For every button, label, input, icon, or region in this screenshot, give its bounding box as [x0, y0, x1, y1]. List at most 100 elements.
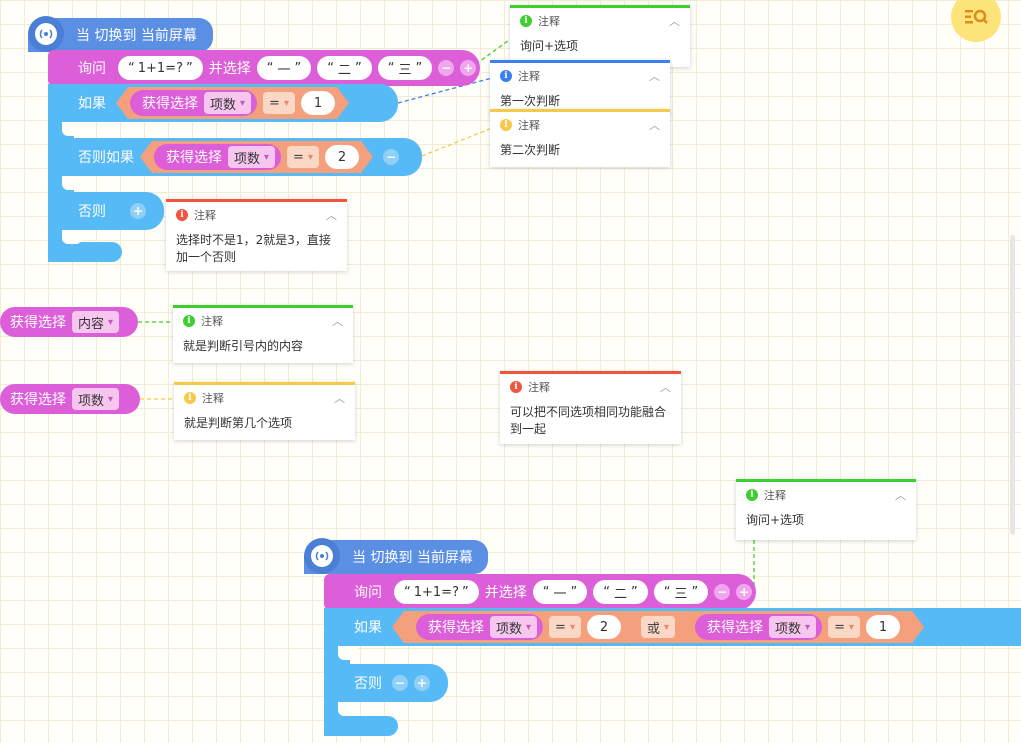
comment-card[interactable]: i 注释 ︿ 第一次判断 — [490, 60, 670, 116]
chevron-down-icon: ▾ — [848, 621, 855, 633]
comment-text[interactable]: 询问+选项 — [510, 34, 690, 63]
option-input-1[interactable]: “一” — [532, 580, 588, 604]
collapse-icon[interactable]: ︿ — [334, 390, 345, 406]
option-input-3[interactable]: “三” — [377, 56, 433, 80]
get-choice-index-block[interactable]: 获得选择 项数 ▾ — [0, 384, 140, 414]
comment-text[interactable]: 询问+选项 — [736, 508, 916, 537]
comment-card[interactable]: i 注释 ︿ 就是判断第几个选项 — [174, 382, 355, 440]
info-icon: i — [500, 70, 512, 82]
info-icon: i — [746, 489, 758, 501]
value-input[interactable]: 1 — [866, 615, 900, 639]
operator-dropdown[interactable]: = ▾ — [287, 146, 319, 168]
broadcast-icon — [28, 16, 64, 52]
compare-block[interactable]: 获得选择 项数 ▾ = ▾ 2 — [402, 611, 635, 643]
operator-dropdown[interactable]: = ▾ — [549, 616, 581, 638]
else-label: 否则 — [78, 204, 106, 220]
collapse-icon[interactable]: ︿ — [332, 313, 343, 329]
value-input[interactable]: 2 — [325, 145, 359, 169]
collapse-icon[interactable]: ︿ — [895, 487, 906, 503]
and-choose-label: 并选择 — [484, 585, 527, 601]
else-if-row[interactable]: 否则如果 获得选择 项数 ▾ = ▾ 2 − — [48, 138, 422, 176]
chevron-down-icon: ▾ — [108, 393, 114, 405]
remove-option-button[interactable]: − — [714, 584, 731, 600]
comment-card[interactable]: i 注释 ︿ 就是判断引号内的内容 — [173, 305, 353, 363]
get-choice-block[interactable]: 获得选择 项数 ▾ — [416, 614, 543, 640]
mode-dropdown[interactable]: 内容 ▾ — [72, 311, 120, 333]
else-if-label: 否则如果 — [78, 150, 134, 166]
comment-text[interactable]: 就是判断引号内的内容 — [173, 334, 353, 363]
chevron-down-icon: ▾ — [526, 621, 532, 633]
question-input[interactable]: “ 1+1=? ” — [394, 580, 479, 604]
collapse-icon[interactable]: ︿ — [669, 13, 680, 29]
get-choice-content-block[interactable]: 获得选择 内容 ▾ — [0, 307, 138, 337]
add-branch-button[interactable]: + — [414, 675, 430, 691]
add-option-button[interactable]: + — [460, 60, 477, 76]
if-block-end — [324, 716, 398, 736]
compare-block[interactable]: 获得选择 项数 ▾ = ▾ 2 — [140, 141, 373, 173]
comment-card[interactable]: i 注释 ︿ 询问+选项 — [736, 479, 916, 540]
question-input[interactable]: “ 1+1=? ” — [118, 56, 203, 80]
collapse-icon[interactable]: ︿ — [649, 68, 660, 84]
mode-dropdown[interactable]: 项数 ▾ — [769, 616, 816, 638]
info-icon: i — [520, 15, 532, 27]
comment-card[interactable]: i 注释 ︿ 询问+选项 — [510, 5, 690, 67]
if-block-end — [48, 242, 122, 262]
remove-branch-button[interactable]: − — [382, 149, 399, 165]
collapse-icon[interactable]: ︿ — [649, 117, 660, 133]
mode-dropdown[interactable]: 项数 ▾ — [204, 92, 251, 114]
else-label: 否则 — [354, 676, 382, 692]
or-block[interactable]: 获得选择 项数 ▾ = ▾ 2 或 ▾ 获得选择 项数 ▾ = ▾ 1 — [392, 611, 924, 643]
info-icon: i — [500, 119, 512, 131]
broadcast-icon — [304, 538, 340, 574]
slot-notch — [62, 122, 82, 136]
if-label: 如果 — [78, 96, 106, 112]
info-icon: i — [510, 381, 522, 393]
comment-card[interactable]: i 注释 ︿ 第二次判断 — [490, 109, 670, 167]
mode-dropdown[interactable]: 项数 ▾ — [490, 616, 537, 638]
remove-branch-button[interactable]: − — [392, 675, 408, 691]
chevron-down-icon: ▾ — [283, 97, 289, 109]
operator-dropdown[interactable]: = ▾ — [263, 92, 295, 114]
slot-notch — [338, 702, 358, 716]
event-label: 当 切换到 当前屏幕 — [352, 550, 473, 566]
compare-block[interactable]: 获得选择 项数 ▾ = ▾ 1 — [116, 87, 349, 119]
if-row[interactable]: 如果 获得选择 项数 ▾ = ▾ 2 或 ▾ 获得选择 项数 ▾ = ▾ 1 — [324, 608, 1021, 646]
chevron-down-icon: ▾ — [108, 316, 114, 328]
ask-block[interactable]: 询问 “ 1+1=? ” 并选择 “一” “二” “三” − + — [48, 50, 480, 86]
comment-text[interactable]: 选择时不是1，2就是3，直接加一个否则 — [166, 228, 347, 274]
mode-dropdown[interactable]: 项数 ▾ — [72, 388, 120, 410]
operator-dropdown[interactable]: = ▾ — [828, 616, 860, 638]
value-input[interactable]: 1 — [301, 91, 335, 115]
else-row[interactable]: 否则 + — [48, 192, 164, 230]
chevron-down-icon: ▾ — [664, 621, 670, 633]
get-choice-block[interactable]: 获得选择 项数 ▾ — [154, 144, 281, 170]
else-row[interactable]: 否则 − + — [324, 664, 448, 702]
collapse-icon[interactable]: ︿ — [326, 207, 337, 223]
compare-block[interactable]: 获得选择 项数 ▾ = ▾ 1 — [681, 611, 914, 643]
collapse-icon[interactable]: ︿ — [660, 379, 671, 395]
mode-dropdown[interactable]: 项数 ▾ — [228, 146, 275, 168]
chevron-down-icon: ▾ — [307, 151, 313, 163]
info-icon: i — [183, 315, 195, 327]
get-choice-block[interactable]: 获得选择 项数 ▾ — [130, 90, 257, 116]
value-input[interactable]: 2 — [587, 615, 621, 639]
comment-text[interactable]: 可以把不同选项相同功能融合到一起 — [500, 400, 681, 446]
remove-option-button[interactable]: − — [438, 60, 455, 76]
ask-block[interactable]: 询问 “ 1+1=? ” 并选择 “一” “二” “三” − + — [324, 574, 756, 610]
option-input-2[interactable]: “二” — [593, 580, 648, 604]
option-input-2[interactable]: “二” — [317, 56, 372, 80]
option-input-3[interactable]: “三” — [653, 580, 709, 604]
ask-label: 询问 — [354, 585, 382, 601]
if-row[interactable]: 如果 获得选择 项数 ▾ = ▾ 1 — [48, 84, 398, 122]
slot-notch — [338, 646, 358, 660]
option-input-1[interactable]: “一” — [256, 56, 312, 80]
comment-card[interactable]: i 注释 ︿ 选择时不是1，2就是3，直接加一个否则 — [166, 199, 347, 271]
add-branch-button[interactable]: + — [130, 203, 146, 219]
comment-card[interactable]: i 注释 ︿ 可以把不同选项相同功能融合到一起 — [500, 371, 681, 444]
comment-text[interactable]: 就是判断第几个选项 — [174, 411, 355, 440]
get-choice-block[interactable]: 获得选择 项数 ▾ — [695, 614, 822, 640]
add-option-button[interactable]: + — [736, 584, 753, 600]
or-dropdown[interactable]: 或 ▾ — [641, 616, 675, 638]
comment-text[interactable]: 第二次判断 — [490, 138, 670, 167]
vertical-scrollbar[interactable] — [1010, 235, 1015, 535]
